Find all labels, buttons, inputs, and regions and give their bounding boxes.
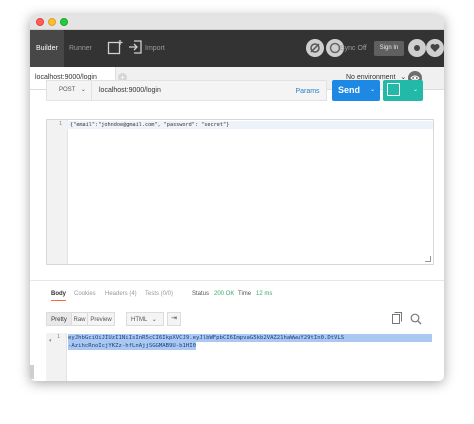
- method-label: POST: [59, 87, 76, 93]
- tab-body[interactable]: Body: [51, 291, 66, 301]
- request-body-editor[interactable]: 1 {"email":"johndoe@gmail.com", "passwor…: [46, 119, 434, 265]
- line-number: 1: [57, 334, 61, 340]
- method-select[interactable]: POST ⌄: [47, 81, 92, 100]
- response-gutter: ▾ 1: [46, 333, 67, 381]
- status-value: 200 OK: [214, 291, 235, 297]
- divider: [30, 280, 444, 281]
- zoom-window-button[interactable]: [60, 18, 68, 26]
- time-label: Time: [238, 291, 252, 297]
- line-number: 1: [59, 121, 63, 127]
- fold-arrow-icon[interactable]: ▾: [49, 338, 52, 344]
- tab-tests[interactable]: Tests (0/0): [145, 291, 173, 297]
- minimize-window-button[interactable]: [48, 18, 56, 26]
- url-input[interactable]: localhost:9000/login: [99, 81, 161, 100]
- new-window-icon[interactable]: [107, 39, 123, 55]
- chevron-down-icon[interactable]: ⌄: [370, 80, 375, 101]
- send-button[interactable]: Send ⌄: [332, 80, 380, 101]
- title-bar: [30, 15, 444, 30]
- time-value: 12 ms: [256, 291, 273, 297]
- sign-in-button[interactable]: Sign In: [374, 41, 404, 56]
- tab-builder[interactable]: Builder: [30, 30, 64, 67]
- search-icon[interactable]: [410, 313, 422, 325]
- editor-gutter: 1: [47, 120, 68, 264]
- send-label: Send: [338, 85, 361, 95]
- wrap-lines-button[interactable]: ⇥: [167, 312, 181, 326]
- params-button[interactable]: Params: [289, 80, 327, 101]
- format-label: HTML: [131, 317, 148, 323]
- status-label: Status: [192, 291, 210, 297]
- response-line[interactable]: -AzihcRnoIcjYKZz-hfLnAjjSGGMAB9U-b1HI0: [68, 342, 196, 350]
- tab-headers[interactable]: Headers (4): [105, 291, 137, 297]
- copy-icon[interactable]: [392, 312, 402, 324]
- preview-button[interactable]: Preview: [87, 312, 115, 326]
- url-bar: POST ⌄ localhost:9000/login: [46, 80, 290, 101]
- chevron-down-icon: ⌄: [80, 87, 86, 93]
- import-icon[interactable]: [128, 39, 144, 55]
- raw-button[interactable]: Raw: [71, 312, 88, 326]
- interceptor-icon[interactable]: [306, 39, 324, 57]
- settings-icon[interactable]: [408, 39, 426, 57]
- chevron-down-icon[interactable]: ⌄: [413, 80, 418, 101]
- chevron-down-icon: ⌄: [151, 317, 157, 323]
- resize-handle[interactable]: [425, 256, 431, 262]
- response-line[interactable]: eyJhbGciOiJIUzI1NiIsInR5cCI6IkpXVCJ9.eyJ…: [68, 334, 432, 342]
- request-body-code[interactable]: {"email":"johndoe@gmail.com", "password"…: [70, 121, 229, 129]
- response-body[interactable]: ▾ 1 eyJhbGciOiJIUzI1NiIsInR5cCI6IkpXVCJ9…: [46, 333, 434, 381]
- save-icon: [387, 83, 400, 96]
- save-button[interactable]: ⌄: [383, 80, 423, 101]
- format-select[interactable]: HTML ⌄: [126, 312, 164, 326]
- import-label[interactable]: Import: [145, 45, 165, 52]
- toolbar: Builder Runner Import Sync Off Sign In: [30, 30, 444, 67]
- close-window-button[interactable]: [36, 18, 44, 26]
- tab-cookies[interactable]: Cookies: [74, 291, 96, 297]
- heart-icon[interactable]: [426, 39, 444, 57]
- tab-runner[interactable]: Runner: [63, 30, 98, 67]
- sidebar-toggle-handle[interactable]: [30, 365, 34, 379]
- app-window: Builder Runner Import Sync Off Sign In l…: [30, 15, 444, 381]
- sync-status: Sync Off: [340, 45, 367, 52]
- pretty-button[interactable]: Pretty: [46, 312, 72, 326]
